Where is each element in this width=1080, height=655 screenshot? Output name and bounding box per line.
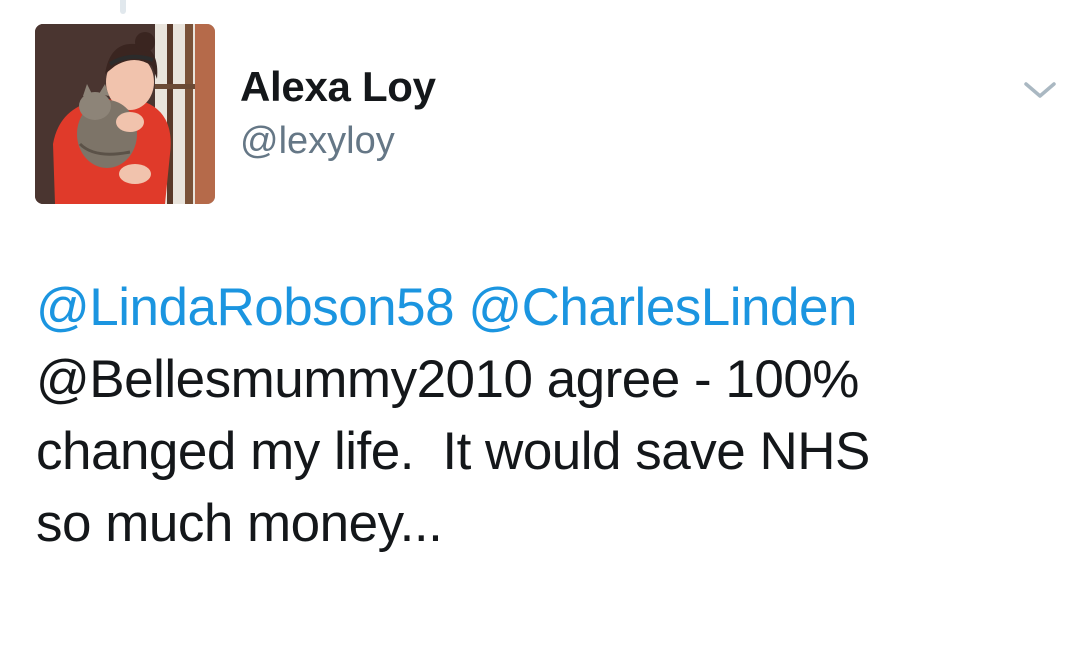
avatar[interactable]	[35, 24, 215, 204]
tweet-text-segment: @Bellesmummy2010 agree - 100%	[36, 350, 859, 409]
tweet-text: @LindaRobson58 @CharlesLinden @Bellesmumm…	[36, 272, 1066, 560]
chevron-down-icon[interactable]	[1020, 76, 1060, 104]
tweet-text-line: @Bellesmummy2010 agree - 100%	[36, 344, 1066, 416]
tweet-text-segment: so much money...	[36, 494, 443, 553]
tweet-author[interactable]: Alexa Loy @lexyloy	[240, 62, 436, 164]
author-display-name[interactable]: Alexa Loy	[240, 62, 436, 112]
tweet-text-line: changed my life. It would save NHS	[36, 416, 1066, 488]
profile-photo-avatar	[35, 24, 215, 204]
author-handle[interactable]: @lexyloy	[240, 118, 436, 164]
tweet-text-line: @LindaRobson58 @CharlesLinden	[36, 272, 1066, 344]
tweet-text-segment	[454, 278, 468, 337]
thread-connector-line	[120, 0, 126, 14]
tweet-text-segment: changed my life. It would save NHS	[36, 422, 870, 481]
mention-link[interactable]: @LindaRobson58	[36, 278, 455, 337]
mention-link[interactable]: @CharlesLinden	[468, 278, 857, 337]
tweet-text-line: so much money...	[36, 488, 1066, 560]
